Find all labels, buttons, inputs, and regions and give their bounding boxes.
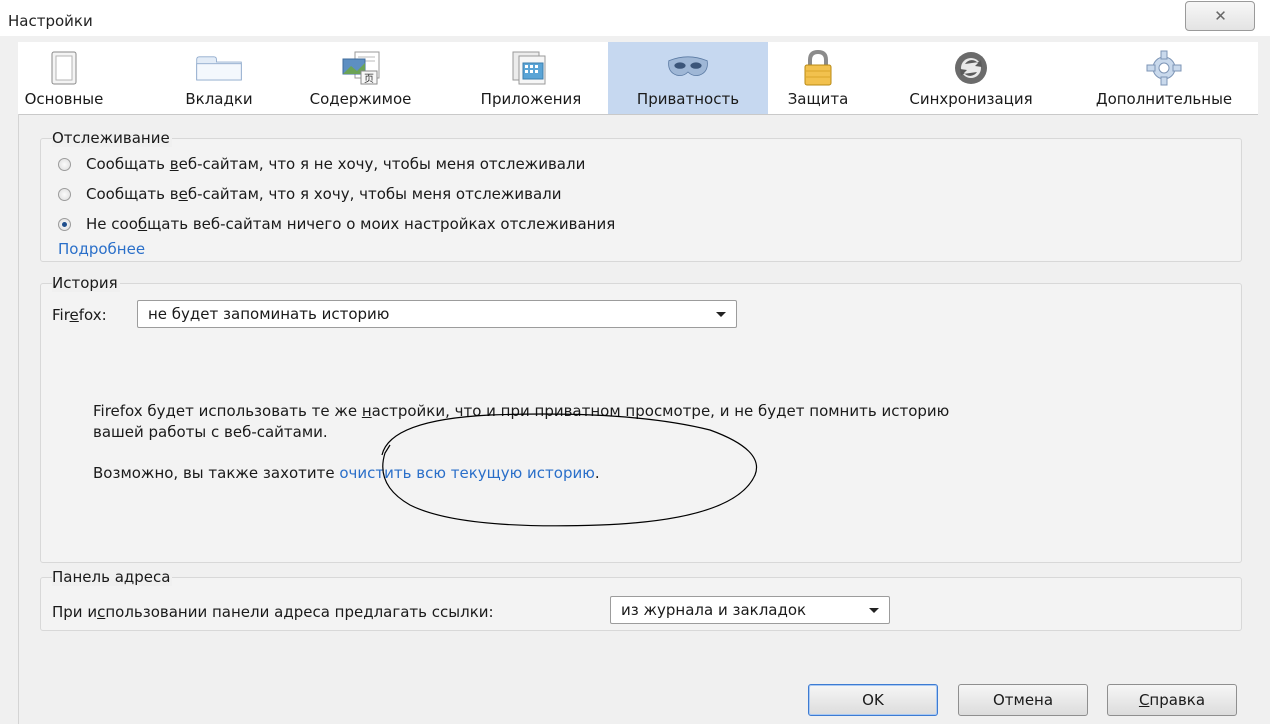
window-title: Настройки bbox=[8, 12, 93, 30]
tab-privacy[interactable]: Приватность bbox=[608, 42, 768, 114]
tab-content[interactable]: 页 Содержимое bbox=[298, 42, 423, 114]
title-bar: Настройки ✕ bbox=[0, 0, 1270, 36]
tab-label: Приватность bbox=[636, 90, 740, 108]
close-button[interactable]: ✕ bbox=[1185, 1, 1255, 31]
tab-label: Синхронизация bbox=[909, 90, 1033, 108]
chevron-down-icon bbox=[716, 311, 726, 317]
tab-label: Основные bbox=[24, 90, 104, 108]
hand-drawn-annotation bbox=[381, 413, 758, 527]
settings-window: Настройки ✕ Основные Вкладки 页 Содержимо… bbox=[0, 0, 1270, 724]
history-mode-value: не будет запоминать историю bbox=[148, 305, 390, 323]
tracking-option-no-preference[interactable]: Не сообщать веб-сайтам ничего о моих нас… bbox=[58, 215, 615, 233]
tab-sync[interactable]: Синхронизация bbox=[886, 42, 1056, 114]
applications-icon bbox=[507, 50, 555, 86]
addressbar-title: Панель адреса bbox=[52, 568, 173, 586]
mask-icon bbox=[664, 50, 712, 86]
category-toolbar: Основные Вкладки 页 Содержимое Приложения… bbox=[18, 42, 1258, 115]
history-mode-select[interactable]: не будет запоминать историю bbox=[137, 300, 737, 328]
addressbar-suggest-select[interactable]: из журнала и закладок bbox=[610, 596, 890, 624]
tab-label: Вкладки bbox=[185, 90, 253, 108]
tracking-title: Отслеживание bbox=[52, 129, 172, 147]
tab-label: Содержимое bbox=[309, 90, 412, 108]
addressbar-label: При использовании панели адреса предлага… bbox=[52, 603, 494, 621]
radio-button[interactable] bbox=[58, 187, 71, 201]
tab-advanced[interactable]: Дополнительные bbox=[1074, 42, 1254, 114]
svg-text:页: 页 bbox=[364, 73, 374, 85]
firefox-label: Firefox: bbox=[52, 306, 107, 324]
tab-label: Дополнительные bbox=[1095, 90, 1233, 108]
chevron-down-icon bbox=[869, 607, 879, 613]
tab-general[interactable]: Основные bbox=[18, 42, 110, 114]
tracking-option-do-not-track[interactable]: Сообщать веб-сайтам, что я не хочу, чтоб… bbox=[58, 155, 585, 173]
radio-label: Не сообщать веб-сайтам ничего о моих нас… bbox=[86, 215, 616, 233]
radio-label: Сообщать веб-сайтам, что я хочу, чтобы м… bbox=[86, 185, 562, 203]
help-button[interactable]: Справка bbox=[1107, 684, 1237, 716]
radio-button[interactable] bbox=[58, 217, 71, 231]
switch-icon bbox=[40, 50, 88, 86]
tab-label: Приложения bbox=[480, 90, 582, 108]
tabs-icon bbox=[195, 50, 243, 86]
tab-tabs[interactable]: Вкладки bbox=[180, 42, 258, 114]
tab-security[interactable]: Защита bbox=[778, 42, 858, 114]
tracking-option-track[interactable]: Сообщать веб-сайтам, что я хочу, чтобы м… bbox=[58, 185, 562, 203]
history-title: История bbox=[52, 274, 120, 292]
ok-button[interactable]: OK bbox=[808, 684, 938, 716]
addressbar-suggest-value: из журнала и закладок bbox=[621, 601, 807, 619]
learn-more-link[interactable]: Подробнее bbox=[58, 240, 145, 258]
lock-icon bbox=[794, 50, 842, 86]
left-border bbox=[18, 114, 19, 724]
cancel-button[interactable]: Отмена bbox=[958, 684, 1088, 716]
radio-button[interactable] bbox=[58, 157, 71, 171]
radio-label: Сообщать веб-сайтам, что я не хочу, чтоб… bbox=[86, 155, 586, 173]
close-icon: ✕ bbox=[1214, 7, 1227, 25]
tab-applications[interactable]: Приложения bbox=[452, 42, 610, 114]
content-icon: 页 bbox=[337, 50, 385, 86]
gear-icon bbox=[1140, 50, 1188, 86]
tab-label: Защита bbox=[787, 90, 849, 108]
sync-icon bbox=[947, 50, 995, 86]
